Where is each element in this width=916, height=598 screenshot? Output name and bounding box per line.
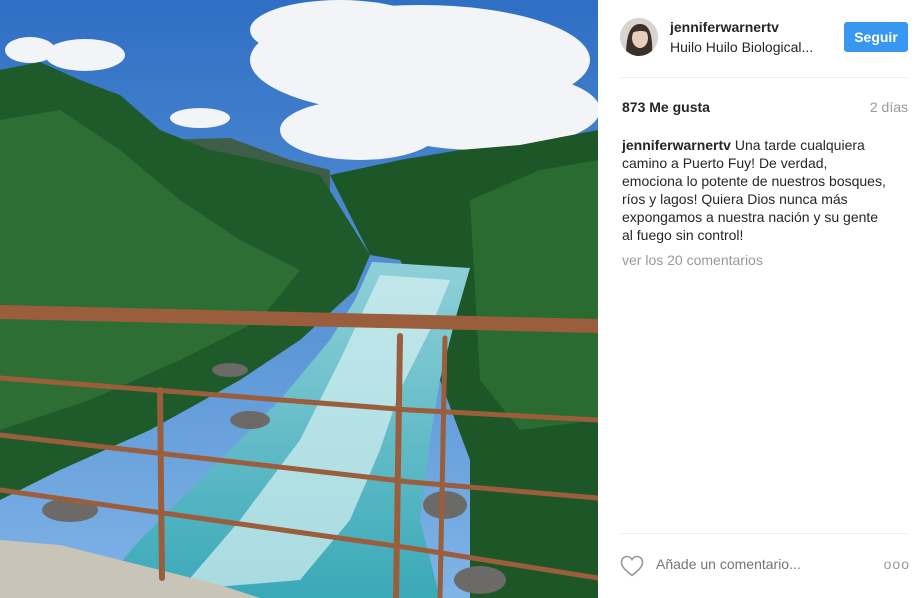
avatar[interactable] [620, 18, 658, 56]
username-link[interactable]: jenniferwarnertv [670, 19, 779, 35]
river-bridge-landscape-image [0, 0, 598, 598]
divider [620, 77, 908, 78]
post-sidebar: jenniferwarnertv Huilo Huilo Biological.… [598, 0, 916, 598]
divider [620, 533, 908, 534]
location-link[interactable]: Huilo Huilo Biological... [670, 39, 813, 55]
post-header: jenniferwarnertv Huilo Huilo Biological.… [620, 16, 908, 60]
user-avatar-icon [620, 18, 658, 56]
more-options-button[interactable]: ooo [884, 556, 910, 572]
post-photo[interactable] [0, 0, 598, 598]
post-timestamp[interactable]: 2 días [870, 99, 908, 115]
post-caption: jenniferwarnertv Una tarde cualquiera ca… [622, 136, 888, 244]
comment-input[interactable] [656, 556, 846, 572]
view-comments-link[interactable]: ver los 20 comentarios [622, 252, 763, 268]
caption-username-link[interactable]: jenniferwarnertv [622, 137, 731, 153]
likes-count[interactable]: 873 Me gusta [622, 99, 710, 115]
heart-icon[interactable] [620, 555, 644, 577]
follow-button[interactable]: Seguir [844, 22, 908, 52]
